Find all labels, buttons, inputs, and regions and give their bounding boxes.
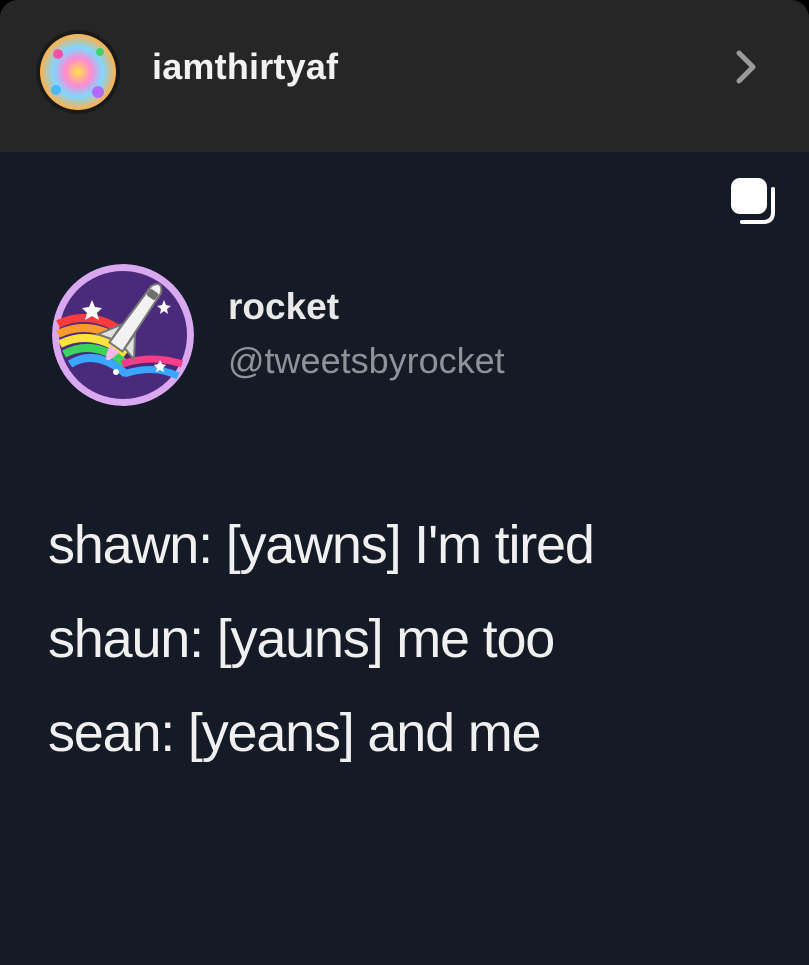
tweet-line: shaun: [yauns] me too	[48, 609, 555, 669]
tweet-line: sean: [yeans] and me	[48, 703, 542, 763]
rocket-rainbow-icon	[52, 264, 194, 406]
thirty-af-logo-icon	[36, 30, 120, 114]
post-header: iamthirtyaf	[0, 0, 809, 152]
tweet-avatar	[52, 264, 194, 406]
tweet-text: shawn: [yawns] I'm tired shaun: [yauns] …	[48, 498, 788, 780]
multiple-images-icon	[731, 178, 775, 224]
tweet-display-name: rocket	[228, 286, 340, 327]
account-username[interactable]: iamthirtyaf	[152, 46, 338, 88]
tweet-line: shawn: [yawns] I'm tired	[48, 515, 595, 575]
tweet-handle: @tweetsbyrocket	[228, 340, 505, 381]
account-avatar[interactable]	[36, 30, 120, 114]
chevron-right-icon[interactable]	[726, 47, 766, 87]
instagram-post-frame: iamthirtyaf rocket @tweetsbyrocket shawn…	[0, 0, 809, 965]
